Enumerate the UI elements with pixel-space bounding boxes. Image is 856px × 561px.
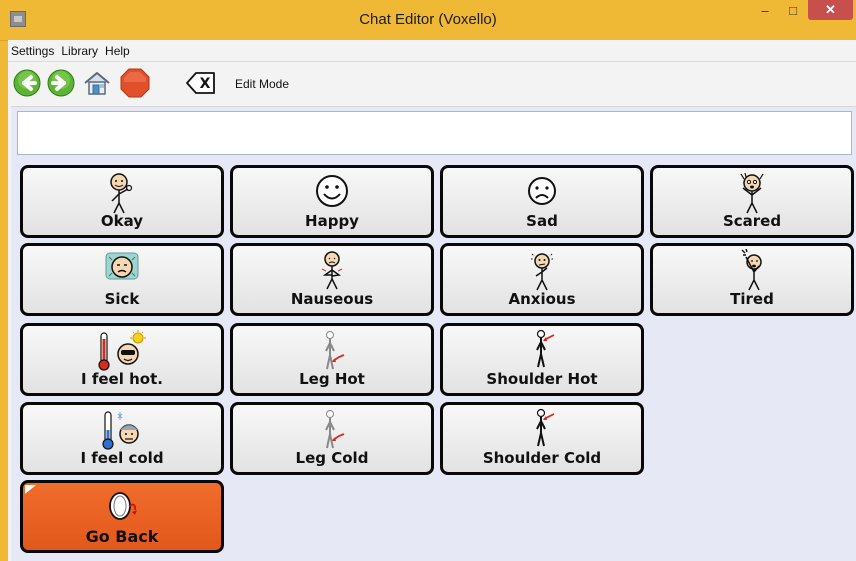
tile-tired[interactable]: Tired xyxy=(650,243,854,316)
tile-sick[interactable]: Sick xyxy=(20,243,224,316)
tile-i-feel-cold[interactable]: I feel cold xyxy=(20,402,224,475)
tile-leg-hot[interactable]: Leg Hot xyxy=(230,323,434,396)
tile-label: Okay xyxy=(100,212,144,230)
back-arrow-icon xyxy=(13,69,41,97)
window-frame-left xyxy=(0,40,8,561)
tile-label: Anxious xyxy=(508,290,576,308)
svg-text:X: X xyxy=(200,76,211,92)
tile-scared[interactable]: Scared xyxy=(650,165,854,238)
home-button[interactable] xyxy=(80,68,114,98)
toolbar: X Edit Mode xyxy=(8,62,856,107)
tile-label: Nauseous xyxy=(290,290,374,308)
leg-cold-icon xyxy=(325,410,345,449)
tile-shoulder-hot[interactable]: Shoulder Hot xyxy=(440,323,644,396)
maximize-button[interactable]: □ xyxy=(780,0,806,20)
menu-settings[interactable]: Settings xyxy=(8,44,58,58)
close-button[interactable]: ✕ xyxy=(808,0,853,20)
tired-person-icon xyxy=(741,249,762,291)
menu-help[interactable]: Help xyxy=(102,44,134,58)
scared-person-icon xyxy=(740,172,764,214)
back-button[interactable] xyxy=(12,68,42,98)
tile-label: Leg Hot xyxy=(299,370,365,388)
tile-leg-cold[interactable]: Leg Cold xyxy=(230,402,434,475)
menu-library[interactable]: Library xyxy=(58,44,102,58)
edit-mode-label[interactable]: Edit Mode xyxy=(235,77,289,91)
tile-label: Leg Cold xyxy=(295,449,369,467)
left-gutter xyxy=(8,106,11,561)
tile-happy[interactable]: Happy xyxy=(230,165,434,238)
shoulder-hot-icon xyxy=(536,329,555,368)
tile-label: Happy xyxy=(305,212,359,230)
tile-shoulder-cold[interactable]: Shoulder Cold xyxy=(440,402,644,475)
tile-i-feel-hot[interactable]: I feel hot. xyxy=(20,323,224,396)
anxious-person-icon xyxy=(531,253,553,291)
tile-label: I feel cold xyxy=(80,449,164,467)
title-bar[interactable]: Chat Editor (Voxello) – □ ✕ xyxy=(0,0,856,41)
stop-button[interactable] xyxy=(118,68,152,98)
minimize-button[interactable]: – xyxy=(752,0,778,20)
shoulder-cold-icon xyxy=(536,408,555,447)
tile-okay[interactable]: Okay xyxy=(20,165,224,238)
menu-bar: Settings Library Help xyxy=(8,40,856,62)
tile-label: Shoulder Hot xyxy=(486,370,598,388)
tile-label: Sick xyxy=(104,290,140,308)
tile-label: Sad xyxy=(526,212,558,230)
tile-label: I feel hot. xyxy=(81,370,163,388)
hot-thermometer-icon xyxy=(98,330,146,371)
stop-icon xyxy=(120,68,150,98)
window-title: Chat Editor (Voxello) xyxy=(359,11,497,28)
tile-label: Scared xyxy=(722,212,782,230)
clear-button[interactable]: X xyxy=(185,68,217,98)
leg-hot-icon xyxy=(325,331,345,370)
forward-arrow-icon xyxy=(47,69,75,97)
forward-button[interactable] xyxy=(46,68,76,98)
tile-label: Go Back xyxy=(85,527,159,546)
happy-face-icon xyxy=(316,175,348,207)
tile-go-back[interactable]: Go Back xyxy=(20,480,224,553)
tile-anxious[interactable]: Anxious xyxy=(440,243,644,316)
okay-person-icon xyxy=(110,173,133,214)
tile-label: Shoulder Cold xyxy=(482,449,602,467)
tile-nauseous[interactable]: Nauseous xyxy=(230,243,434,316)
home-icon xyxy=(84,72,110,95)
cold-thermometer-icon xyxy=(102,411,139,450)
tile-sad[interactable]: Sad xyxy=(440,165,644,238)
go-back-icon xyxy=(109,492,137,520)
clear-icon: X xyxy=(186,72,215,94)
sad-face-icon xyxy=(528,177,556,205)
tile-label: Tired xyxy=(730,290,774,308)
nauseous-person-icon xyxy=(321,251,343,290)
sick-face-icon xyxy=(105,252,139,280)
message-field[interactable] xyxy=(17,111,852,155)
